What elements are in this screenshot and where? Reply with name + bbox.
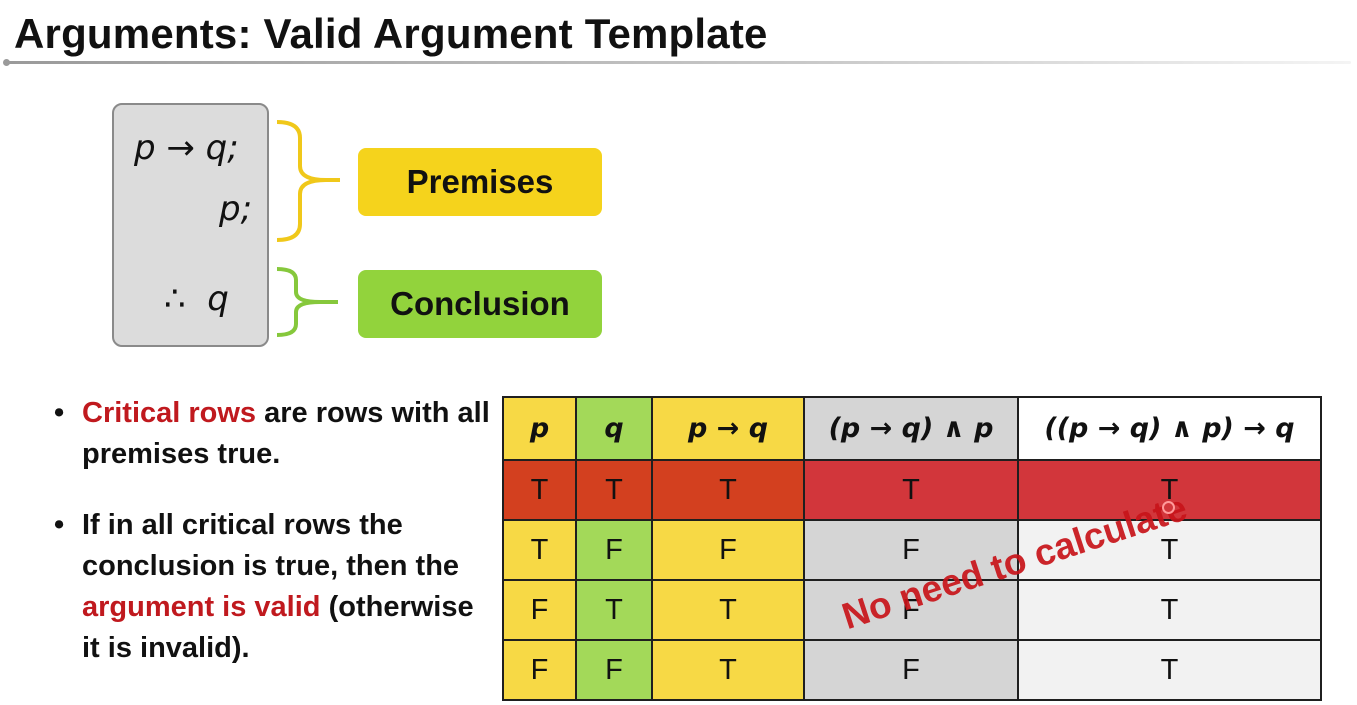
premise-2: p;: [219, 189, 253, 229]
argument-valid-term: argument is valid: [82, 591, 321, 623]
table-cell: T: [575, 459, 653, 521]
table-cell: T: [651, 639, 805, 701]
conclusion-line: ∴ q: [164, 279, 229, 319]
table-cell: T: [1017, 639, 1322, 701]
table-cell: F: [502, 579, 577, 641]
conclusion-brace: [276, 267, 338, 337]
header-argument-formula: ((p → q) ∧ p) → q: [1017, 396, 1322, 461]
table-cell: F: [803, 639, 1019, 701]
table-cell: F: [651, 519, 805, 581]
table-cell: T: [651, 579, 805, 641]
table-cell: T: [651, 459, 805, 521]
table-header-row: p q p → q (p → q) ∧ p ((p → q) ∧ p) → q: [502, 396, 1322, 461]
truth-table: p q p → q (p → q) ∧ p ((p → q) ∧ p) → q …: [502, 396, 1322, 701]
bullet-critical-rows: • Critical rows are rows with all premis…: [54, 393, 494, 475]
table-row: F F T F T: [502, 639, 1322, 701]
header-premise-conjunction: (p → q) ∧ p: [803, 396, 1019, 461]
bullet-valid-argument: • If in all critical rows the conclusion…: [54, 505, 494, 669]
header-implication: p → q: [651, 396, 805, 461]
mouse-pointer-indicator: [1162, 501, 1175, 514]
table-cell: F: [502, 639, 577, 701]
premise-1: p → q;: [134, 128, 239, 168]
bullet-2-text-pre: If in all critical rows the conclusion i…: [82, 509, 460, 582]
bullet-list: • Critical rows are rows with all premis…: [54, 393, 494, 699]
table-cell: T: [1017, 579, 1322, 641]
table-cell: T: [502, 459, 577, 521]
critical-rows-term: Critical rows: [82, 397, 257, 429]
table-row: T F F F T: [502, 519, 1322, 581]
header-q: q: [575, 396, 653, 461]
premises-label: Premises: [358, 148, 602, 216]
bullet-marker: •: [54, 509, 65, 541]
table-cell: T: [502, 519, 577, 581]
table-cell: F: [575, 519, 653, 581]
table-cell: T: [803, 459, 1019, 521]
table-row-critical: T T T T T: [502, 459, 1322, 521]
premises-brace: [276, 120, 340, 242]
title-underline: [6, 61, 1351, 64]
bullet-marker: •: [54, 397, 65, 429]
header-p: p: [502, 396, 577, 461]
conclusion-label: Conclusion: [358, 270, 602, 338]
slide-title: Arguments: Valid Argument Template: [14, 10, 768, 57]
table-cell: T: [575, 579, 653, 641]
table-cell: F: [575, 639, 653, 701]
